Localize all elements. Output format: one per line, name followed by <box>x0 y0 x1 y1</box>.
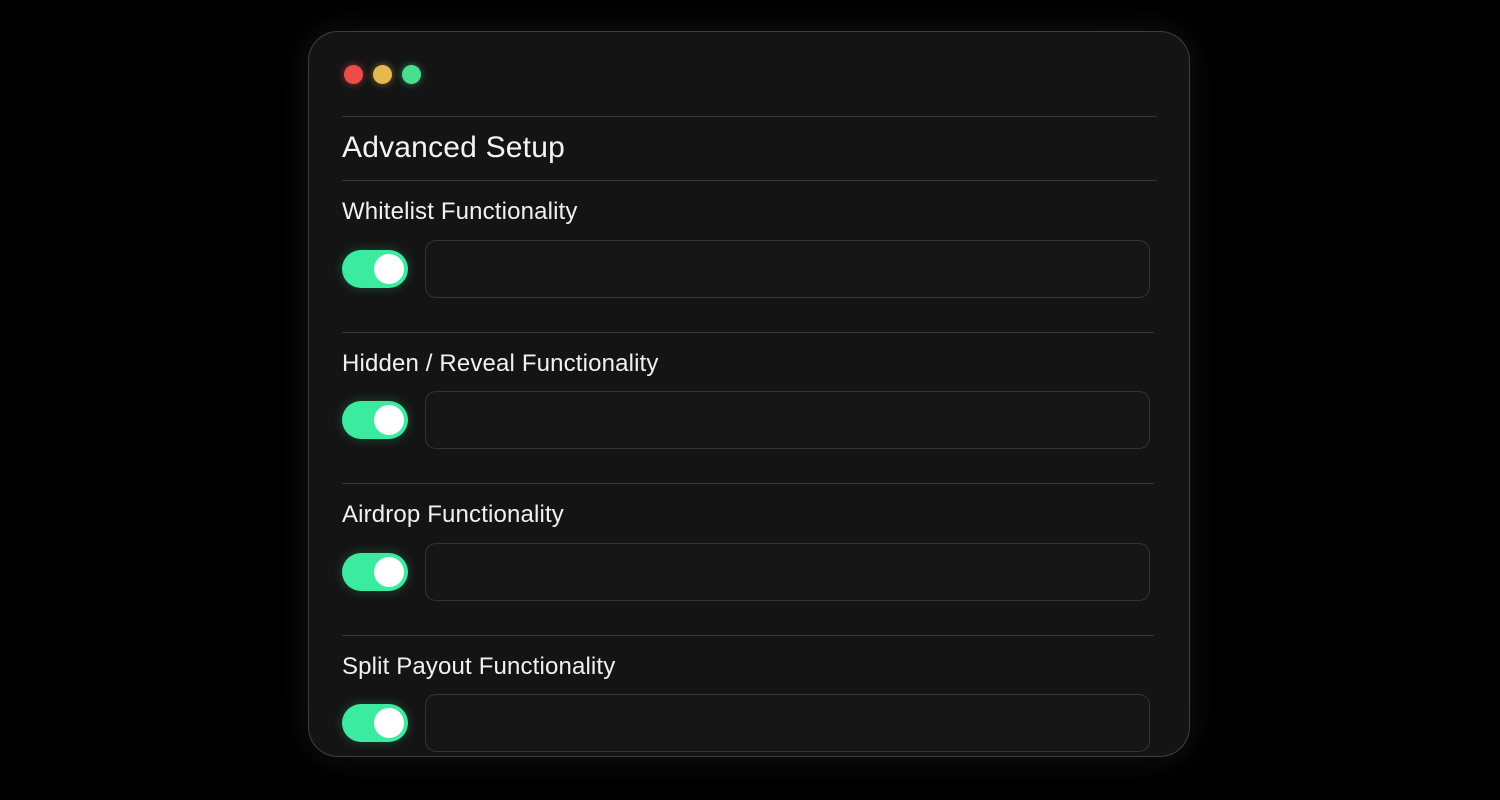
toggle-knob <box>374 405 404 436</box>
control-row <box>342 694 1157 756</box>
screen: Advanced Setup Whitelist Functionality H… <box>0 0 1500 800</box>
toggle-knob <box>374 708 404 739</box>
section-divider-wrap <box>342 468 1157 485</box>
window-titlebar[interactable] <box>309 32 1189 116</box>
page-title: Advanced Setup <box>342 131 565 164</box>
section-whitelist-functionality: Whitelist Functionality <box>342 181 1157 317</box>
section-hidden-reveal-functionality: Hidden / Reveal Functionality <box>342 333 1157 469</box>
airdrop-functionality-input[interactable] <box>425 542 1150 601</box>
section-label: Whitelist Functionality <box>342 198 578 225</box>
section-airdrop-functionality: Airdrop Functionality <box>342 484 1157 620</box>
section-label: Split Payout Functionality <box>342 652 616 680</box>
maximize-window-button[interactable] <box>402 65 421 84</box>
minimize-window-button[interactable] <box>373 65 392 84</box>
whitelist-functionality-toggle[interactable] <box>342 249 408 288</box>
hidden-reveal-functionality-toggle[interactable] <box>342 401 408 440</box>
whitelist-functionality-input[interactable] <box>425 239 1150 298</box>
section-divider-wrap <box>342 620 1157 636</box>
toggle-knob <box>374 253 404 284</box>
app-window: Advanced Setup Whitelist Functionality H… <box>308 31 1190 757</box>
window-controls <box>344 65 421 84</box>
control-row <box>342 391 1157 468</box>
hidden-reveal-functionality-input[interactable] <box>425 391 1150 450</box>
section-label: Hidden / Reveal Functionality <box>342 349 659 377</box>
toggle-knob <box>374 556 404 587</box>
close-window-button[interactable] <box>344 65 363 84</box>
split-payout-functionality-input[interactable] <box>425 694 1150 753</box>
split-payout-functionality-toggle[interactable] <box>342 704 408 743</box>
section-label: Airdrop Functionality <box>342 501 564 529</box>
control-row <box>342 542 1157 620</box>
airdrop-functionality-toggle[interactable] <box>342 552 408 591</box>
settings-panel: Advanced Setup Whitelist Functionality H… <box>309 116 1189 756</box>
section-split-payout-functionality: Split Payout Functionality <box>342 636 1157 756</box>
control-row <box>342 239 1157 317</box>
section-divider-wrap <box>342 317 1157 333</box>
